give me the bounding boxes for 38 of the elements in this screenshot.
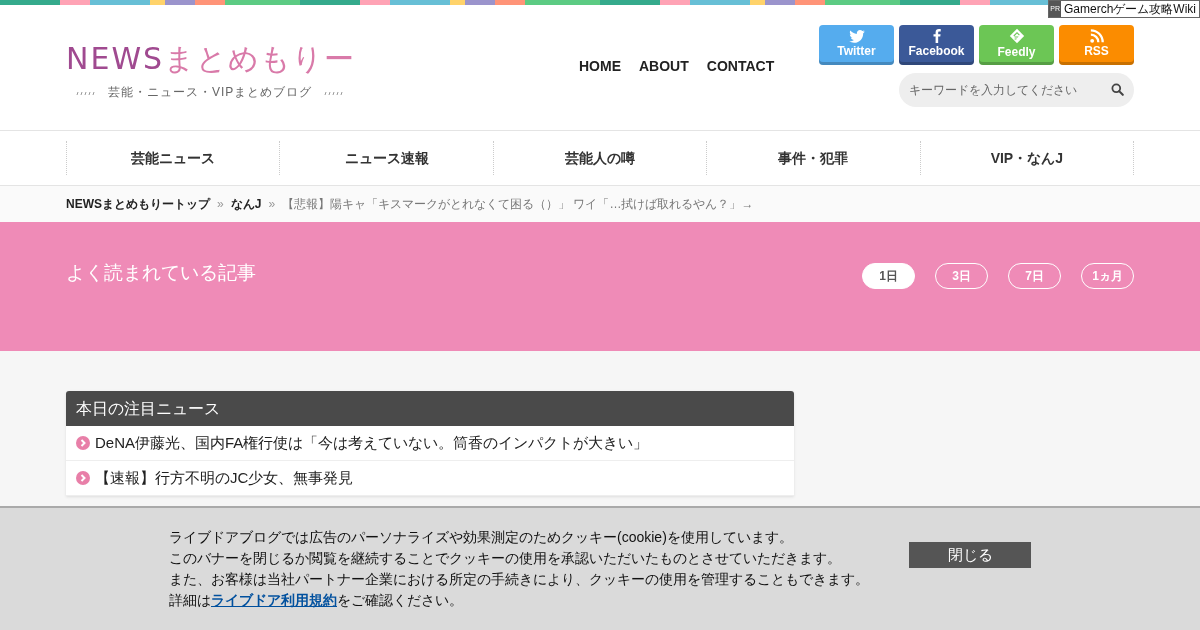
notice-text: 詳細はライブドア利用規約をご確認ください。 xyxy=(169,591,464,610)
header-link[interactable]: CONTACT xyxy=(706,58,775,74)
header-link[interactable]: ABOUT xyxy=(639,58,689,74)
panel-header: 本日の注目ニュース xyxy=(66,391,794,426)
breadcrumb-link[interactable]: なんJ xyxy=(230,195,262,213)
notice-text: ライブドアブログでは広告のパーソナライズや効果測定のためクッキー(cookie)を使用しています。 xyxy=(169,528,794,547)
social-button[interactable]: Facebook xyxy=(899,25,974,65)
diamond-icon xyxy=(1008,28,1025,44)
search-field[interactable]: キーワードを入力してください xyxy=(899,73,1134,107)
breadcrumb-current: 【悲報】陽キャ「キスマークがとれなくて困る（）」 ワイ「…拭けば取れるやん？」→ xyxy=(282,195,754,213)
nav-item[interactable]: VIP・なんJ xyxy=(920,141,1135,175)
terms-link[interactable]: ライブドア利用規約 xyxy=(211,592,337,608)
nav-item[interactable]: 事件・犯罪 xyxy=(707,141,921,175)
nav-item[interactable]: 芸能人の噂 xyxy=(493,141,708,175)
ad-text[interactable]: Gamerchゲーム攻略Wiki xyxy=(1061,1,1199,17)
dots-ornament-icon xyxy=(76,89,96,96)
nav-item[interactable]: 芸能ニュース xyxy=(67,141,281,175)
dots-ornament-icon xyxy=(324,89,345,96)
breadcrumb-separator: » xyxy=(217,197,224,211)
search-icon xyxy=(1111,83,1124,96)
period-tab[interactable]: 1日 xyxy=(862,263,915,289)
f-letter-icon xyxy=(932,29,941,43)
bird-icon xyxy=(848,29,865,43)
nav-item[interactable]: ニュース速報 xyxy=(280,141,494,175)
header-link[interactable]: HOME xyxy=(579,58,621,74)
breadcrumb-link[interactable]: NEWSまとめもりートップ xyxy=(66,195,210,213)
chevron-circle-icon xyxy=(76,436,90,450)
site-tagline: 芸能・ニュース・VIPまとめブログ xyxy=(108,84,313,101)
notice-text: また、お客様は当社パートナー企業における所定の手続きにより、クッキーの使用を管理することもできます。 xyxy=(169,570,870,589)
close-button[interactable]: 閉じる xyxy=(909,542,1031,568)
news-headline[interactable]: 【速報】行方不明のJC少女、無事発見 xyxy=(66,461,794,496)
site-logo[interactable]: NEWS まとめもりー xyxy=(66,39,356,80)
notice-text: このバナーを閉じるか閲覧を継続することでクッキーの使用を承認いただいたものとさせていただきます。 xyxy=(169,549,842,568)
section-title: よく読まれている記事 xyxy=(66,261,256,285)
rss-icon xyxy=(1089,29,1104,43)
breadcrumb-separator: » xyxy=(268,197,276,211)
chevron-circle-icon xyxy=(76,471,90,485)
news-headline[interactable]: DeNA伊藤光、国内FA権行使は「今は考えていない。筒香のインパクトが大きい」 xyxy=(66,426,794,461)
